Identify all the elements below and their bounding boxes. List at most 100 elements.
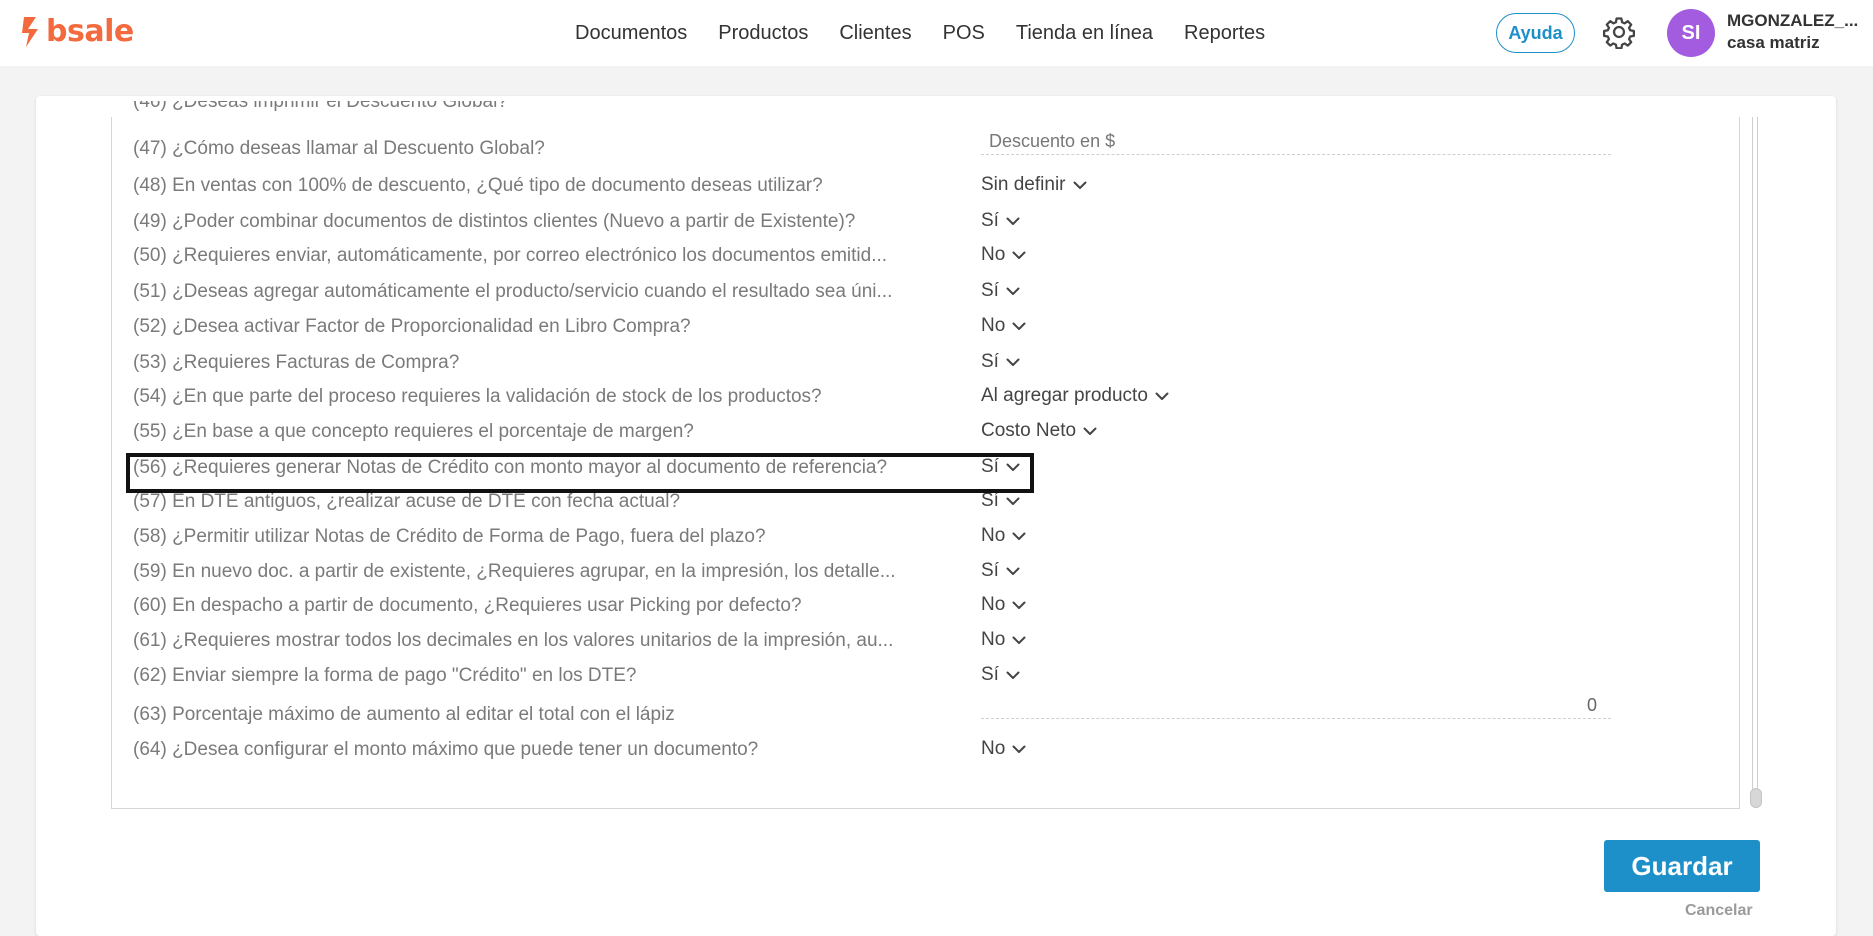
setting-row: (51) ¿Deseas agregar automáticamente el …	[133, 277, 1613, 307]
chevron-down-icon	[1012, 636, 1026, 644]
chevron-down-icon	[1006, 217, 1020, 225]
setting-dropdown[interactable]: No	[981, 626, 1026, 654]
dropdown-value: Sí	[981, 664, 999, 685]
branch-name: casa matriz	[1727, 33, 1820, 52]
user-name: MGONZALEZ_...	[1727, 11, 1859, 30]
cancel-link[interactable]: Cancelar	[1685, 902, 1753, 920]
chevron-down-icon	[1083, 427, 1097, 435]
main-nav: Documentos Productos Clientes POS Tienda…	[575, 21, 1296, 45]
chevron-down-icon	[1006, 287, 1020, 295]
nav-productos[interactable]: Productos	[718, 21, 808, 45]
setting-dropdown[interactable]: Sí	[981, 661, 1020, 689]
chevron-down-icon	[1006, 671, 1020, 679]
setting-question: (64) ¿Desea configurar el monto máximo q…	[133, 739, 759, 760]
setting-question: (50) ¿Requieres enviar, automáticamente,…	[133, 245, 888, 266]
setting-row: (62) Enviar siempre la forma de pago "Cr…	[133, 661, 1613, 691]
setting-row: (64) ¿Desea configurar el monto máximo q…	[133, 735, 1613, 765]
chevron-down-icon	[1012, 532, 1026, 540]
chevron-down-icon	[1006, 567, 1020, 575]
setting-question: (55) ¿En base a que concepto requieres e…	[133, 421, 694, 442]
chevron-down-icon	[1012, 251, 1026, 259]
dropdown-value: No	[981, 594, 1006, 615]
gear-icon[interactable]	[1602, 15, 1636, 49]
setting-row: (49) ¿Poder combinar documentos de disti…	[133, 207, 1613, 237]
setting-question: (47) ¿Cómo deseas llamar al Descuento Gl…	[133, 138, 545, 159]
bsale-logo-icon	[22, 17, 38, 47]
dropdown-value: Costo Neto	[981, 420, 1077, 441]
chevron-down-icon	[1155, 392, 1169, 400]
nav-clientes[interactable]: Clientes	[839, 21, 911, 45]
setting-dropdown[interactable]: No	[981, 312, 1026, 340]
setting-question: (54) ¿En que parte del proceso requieres…	[133, 386, 822, 407]
help-button[interactable]: Ayuda	[1496, 13, 1575, 53]
setting-row: (47) ¿Cómo deseas llamar al Descuento Gl…	[133, 131, 1613, 164]
dropdown-value: No	[981, 244, 1006, 265]
nav-documentos[interactable]: Documentos	[575, 21, 687, 45]
nav-reportes[interactable]: Reportes	[1184, 21, 1265, 45]
setting-question: (48) En ventas con 100% de descuento, ¿Q…	[133, 175, 823, 196]
setting-question: (63) Porcentaje máximo de aumento al edi…	[133, 704, 675, 725]
dropdown-value: Al agregar producto	[981, 385, 1148, 406]
setting-dropdown[interactable]: Sí	[981, 348, 1020, 376]
chevron-down-icon	[1012, 601, 1026, 609]
setting-question: (52) ¿Desea activar Factor de Proporcion…	[133, 316, 691, 337]
avatar[interactable]: SI	[1667, 9, 1715, 57]
scrollbar-track[interactable]	[1752, 117, 1758, 795]
nav-tienda-en-linea[interactable]: Tienda en línea	[1016, 21, 1153, 45]
dropdown-value: No	[981, 315, 1006, 336]
dropdown-value: Sí	[981, 210, 999, 231]
dropdown-value: No	[981, 738, 1006, 759]
dropdown-value: Sí	[981, 351, 999, 372]
setting-row: (48) En ventas con 100% de descuento, ¿Q…	[133, 171, 1613, 201]
setting-dropdown[interactable]: Sin definir	[981, 171, 1087, 199]
scrollbar-thumb[interactable]	[1750, 788, 1762, 808]
setting-question: (62) Enviar siempre la forma de pago "Cr…	[133, 665, 637, 686]
top-bar: bsale Documentos Productos Clientes POS …	[0, 0, 1873, 66]
setting-question: (59) En nuevo doc. a partir de existente…	[133, 561, 896, 582]
setting-dropdown[interactable]: No	[981, 241, 1026, 269]
bsale-logo[interactable]: bsale	[20, 15, 134, 49]
chevron-down-icon	[1012, 322, 1026, 330]
setting-row: (50) ¿Requieres enviar, automáticamente,…	[133, 241, 1613, 271]
setting-dropdown[interactable]: No	[981, 522, 1026, 550]
setting-row: (52) ¿Desea activar Factor de Proporcion…	[133, 312, 1613, 342]
dropdown-value: Sin definir	[981, 174, 1066, 195]
percentage-field[interactable]: 0	[981, 692, 1611, 719]
dropdown-value: No	[981, 525, 1006, 546]
discount-name-field[interactable]: Descuento en $	[981, 128, 1611, 155]
setting-question: (61) ¿Requieres mostrar todos los decima…	[133, 630, 894, 651]
setting-question: (58) ¿Permitir utilizar Notas de Crédito…	[133, 526, 766, 547]
setting-row: (55) ¿En base a que concepto requieres e…	[133, 417, 1613, 447]
partial-setting-row: (46) ¿Deseas imprimir el Descuento Globa…	[133, 101, 733, 123]
save-button[interactable]: Guardar	[1604, 840, 1760, 892]
dropdown-value: Sí	[981, 280, 999, 301]
dropdown-value: Sí	[981, 560, 999, 581]
partial-question: (46) ¿Deseas imprimir el Descuento Globa…	[133, 101, 508, 112]
setting-question: (53) ¿Requieres Facturas de Compra?	[133, 352, 460, 373]
setting-question: (51) ¿Deseas agregar automáticamente el …	[133, 281, 893, 302]
chevron-down-icon	[1073, 181, 1086, 189]
setting-dropdown[interactable]: Al agregar producto	[981, 382, 1169, 410]
setting-dropdown[interactable]: Sí	[981, 557, 1020, 585]
setting-row: (60) En despacho a partir de documento, …	[133, 591, 1613, 621]
setting-dropdown[interactable]: Costo Neto	[981, 417, 1097, 445]
chevron-down-icon	[1006, 497, 1020, 505]
chevron-down-icon	[1012, 745, 1026, 753]
user-info[interactable]: MGONZALEZ_... casa matriz	[1727, 10, 1858, 54]
logo-text: bsale	[46, 14, 134, 49]
chevron-down-icon	[1006, 358, 1020, 366]
setting-row: (59) En nuevo doc. a partir de existente…	[133, 557, 1613, 587]
setting-row: (54) ¿En que parte del proceso requieres…	[133, 382, 1613, 412]
setting-dropdown[interactable]: Sí	[981, 207, 1020, 235]
setting-row: (63) Porcentaje máximo de aumento al edi…	[133, 695, 1613, 730]
setting-dropdown[interactable]: No	[981, 735, 1026, 763]
highlight-box	[126, 453, 1034, 493]
setting-dropdown[interactable]: No	[981, 591, 1026, 619]
setting-question: (49) ¿Poder combinar documentos de disti…	[133, 211, 856, 232]
dropdown-value: No	[981, 629, 1006, 650]
setting-row: (61) ¿Requieres mostrar todos los decima…	[133, 626, 1613, 656]
setting-row: (53) ¿Requieres Facturas de Compra? Sí	[133, 348, 1613, 378]
setting-row: (58) ¿Permitir utilizar Notas de Crédito…	[133, 522, 1613, 552]
setting-dropdown[interactable]: Sí	[981, 277, 1020, 305]
nav-pos[interactable]: POS	[943, 21, 985, 45]
